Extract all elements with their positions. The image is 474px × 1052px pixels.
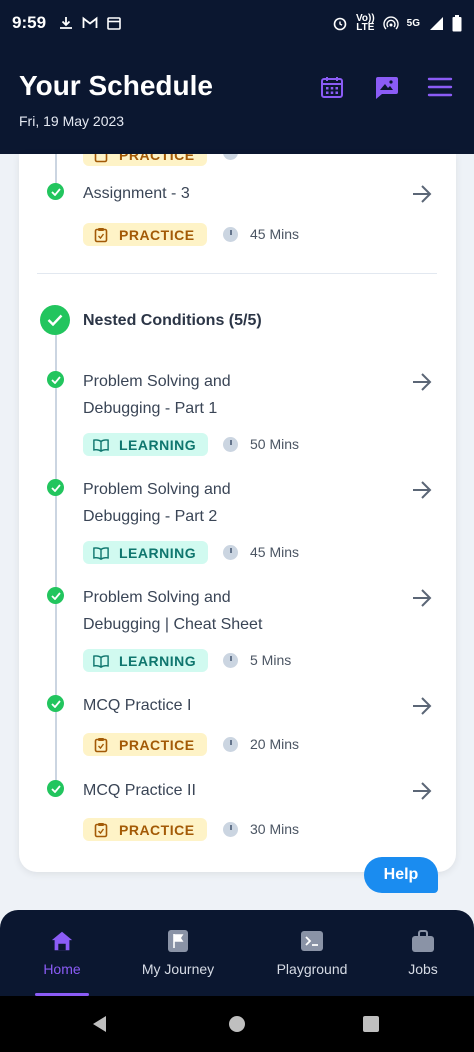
home-system-button[interactable] <box>227 1014 247 1034</box>
hamburger-menu-icon <box>427 77 453 97</box>
home-icon <box>50 929 74 953</box>
status-time: 9:59 <box>12 13 47 32</box>
terminal-icon <box>300 929 324 953</box>
briefcase-icon <box>411 929 435 953</box>
item-title: Assignment - 3 <box>83 185 190 202</box>
help-button[interactable]: Help <box>364 857 438 893</box>
list-item[interactable]: Problem Solving and Debugging - Part 1 L… <box>19 368 456 460</box>
schedule-date: Fri, 19 May 2023 <box>19 113 125 129</box>
practice-badge: PRACTICE <box>83 733 207 756</box>
status-bar: 9:59 Vo)) LTE 5G <box>0 0 474 46</box>
home-circle-icon <box>229 1016 245 1032</box>
book-icon <box>93 545 109 561</box>
clipboard-icon <box>93 227 109 243</box>
calendar-button[interactable] <box>317 72 347 102</box>
duration: 30 Mins <box>223 821 299 837</box>
check-icon <box>47 371 64 388</box>
recents-square-icon <box>363 1016 379 1032</box>
check-icon <box>47 780 64 797</box>
check-icon <box>47 479 64 496</box>
duration: 5 Mins <box>223 652 291 668</box>
item-title: Problem Solving and Debugging - Part 1 <box>83 373 231 417</box>
clock-icon <box>223 652 238 668</box>
arrow-right-icon[interactable] <box>410 182 434 206</box>
signal-icon <box>430 17 443 30</box>
check-icon <box>47 695 64 712</box>
item-title: Problem Solving and Debugging | Cheat Sh… <box>83 589 263 633</box>
schedule-card: PRACTICE Assignment - 3 PRACTICE 45 Mins… <box>19 154 456 872</box>
list-item[interactable]: Problem Solving and Debugging - Part 2 L… <box>19 476 456 568</box>
nav-home[interactable]: Home <box>32 910 92 996</box>
clock-icon <box>223 436 238 452</box>
clipboard-icon <box>93 737 109 753</box>
arrow-right-icon[interactable] <box>410 478 434 502</box>
calendar-small-icon <box>107 17 121 30</box>
clipboard-icon <box>93 822 109 838</box>
check-icon <box>47 587 64 604</box>
app-header: Your Schedule Fri, 19 May 2023 <box>0 46 474 154</box>
arrow-right-icon[interactable] <box>410 370 434 394</box>
check-icon <box>47 183 64 200</box>
recents-button[interactable] <box>361 1014 381 1034</box>
hotspot-icon <box>383 16 399 30</box>
list-item[interactable]: Problem Solving and Debugging | Cheat Sh… <box>19 584 456 676</box>
duration: 45 Mins <box>223 544 299 560</box>
list-item-assignment-3[interactable]: Assignment - 3 PRACTICE 45 Mins <box>19 180 456 250</box>
item-title: Problem Solving and Debugging - Part 2 <box>83 481 231 525</box>
clock-icon <box>223 821 238 837</box>
gmail-icon <box>82 16 98 28</box>
flag-icon <box>166 929 190 953</box>
duration: 50 Mins <box>223 436 299 452</box>
nav-jobs[interactable]: Jobs <box>398 910 448 996</box>
arrow-right-icon[interactable] <box>410 586 434 610</box>
divider <box>37 273 437 274</box>
menu-button[interactable] <box>425 72 455 102</box>
download-icon <box>60 17 73 29</box>
nav-my-journey[interactable]: My Journey <box>133 910 223 996</box>
volte-label: Vo)) LTE <box>355 13 375 33</box>
bottom-nav: Home My Journey Playground Jobs <box>0 910 474 996</box>
clock-icon <box>223 736 238 752</box>
nav-playground[interactable]: Playground <box>267 910 357 996</box>
battery-icon <box>452 14 462 31</box>
section-title: Nested Conditions (5/5) <box>83 312 262 329</box>
partial-clock-icon <box>223 154 238 160</box>
duration: 45 Mins <box>223 226 299 242</box>
learning-badge: LEARNING <box>83 541 209 564</box>
clock-icon <box>223 544 238 560</box>
practice-badge: PRACTICE <box>83 818 207 841</box>
clipboard-icon <box>93 154 109 163</box>
calendar-icon <box>321 77 343 98</box>
alarm-icon <box>333 17 347 31</box>
book-icon <box>93 653 109 669</box>
learning-badge: LEARNING <box>83 649 209 672</box>
system-nav-bar <box>0 996 474 1052</box>
list-item[interactable]: MCQ Practice I PRACTICE 20 Mins <box>19 692 456 762</box>
chat-image-icon <box>376 77 398 99</box>
page-title: Your Schedule <box>19 70 213 101</box>
arrow-right-icon[interactable] <box>410 779 434 803</box>
learning-badge: LEARNING <box>83 433 209 456</box>
back-triangle-icon <box>93 1016 106 1032</box>
practice-badge: PRACTICE <box>83 223 207 246</box>
list-item[interactable]: MCQ Practice II PRACTICE 30 Mins <box>19 777 456 847</box>
back-button[interactable] <box>90 1014 110 1034</box>
clock-icon <box>223 226 238 242</box>
feedback-button[interactable] <box>371 72 401 102</box>
section-complete-icon <box>40 305 70 335</box>
network-label: 5G <box>406 17 420 29</box>
item-title: MCQ Practice II <box>83 782 196 799</box>
partial-practice-badge: PRACTICE <box>83 154 207 166</box>
book-icon <box>93 437 109 453</box>
item-title: MCQ Practice I <box>83 697 192 714</box>
duration: 20 Mins <box>223 736 299 752</box>
arrow-right-icon[interactable] <box>410 694 434 718</box>
